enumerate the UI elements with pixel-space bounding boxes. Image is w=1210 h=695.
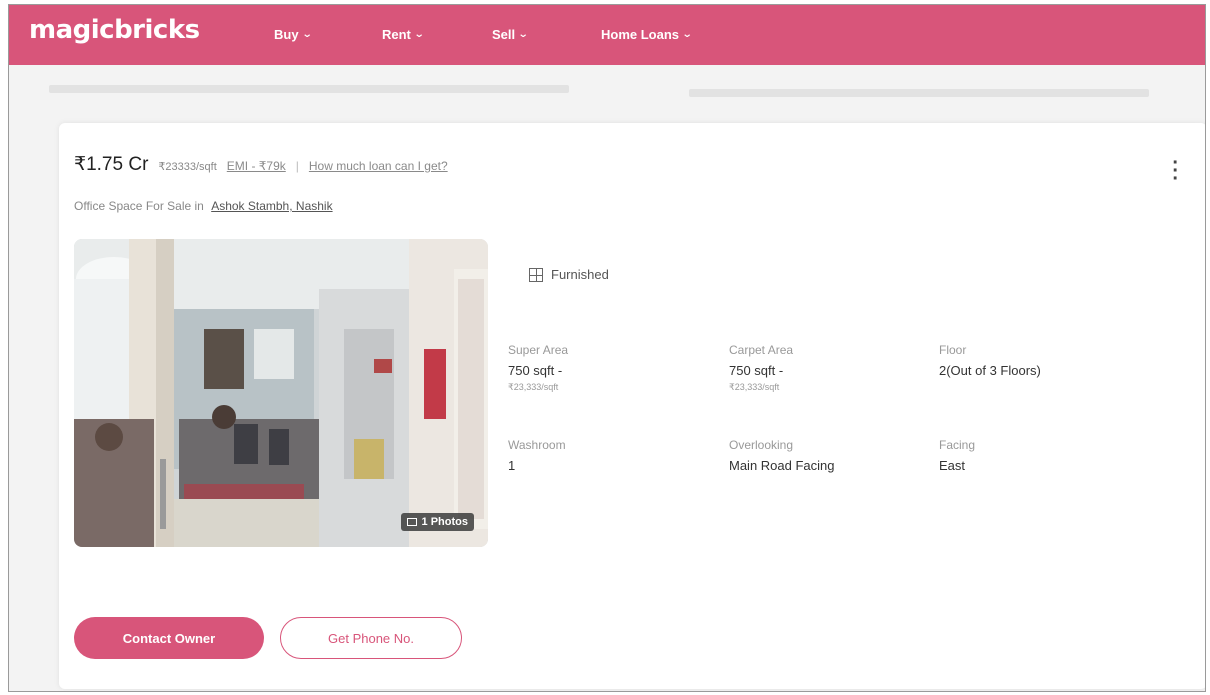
spec-sub-value: ₹23,333/sqft [508, 382, 559, 392]
page-frame: magicbricks Buy ⌄ Rent ⌄ Sell ⌄ Home Loa… [8, 4, 1206, 692]
furnished-icon [529, 267, 543, 282]
price-row: ₹1.75 Cr ₹23333/sqft EMI - ₹79k | How mu… [74, 153, 448, 176]
furnishing-status: Furnished [529, 267, 609, 282]
spec-label: Carpet Area [729, 343, 794, 357]
top-navbar: magicbricks Buy ⌄ Rent ⌄ Sell ⌄ Home Loa… [9, 5, 1205, 65]
spec-super-area: Super Area 750 sqft - ₹23,333/sqft [508, 343, 568, 393]
spec-value: 750 sqft - [729, 363, 784, 378]
spec-sub-value: ₹23,333/sqft [729, 382, 780, 392]
spec-floor: Floor 2(Out of 3 Floors) [939, 343, 1041, 378]
spec-label: Facing [939, 438, 976, 452]
spec-washroom: Washroom 1 [508, 438, 566, 473]
nav-sell[interactable]: Sell ⌄ [492, 27, 529, 42]
photo-count-label: 1 Photos [421, 516, 468, 528]
spec-label: Super Area [508, 343, 569, 357]
emi-link[interactable]: EMI - ₹79k [227, 159, 286, 173]
brand-logo[interactable]: magicbricks [29, 15, 200, 45]
price-per-sqft: ₹23333/sqft [158, 161, 217, 173]
spec-overlooking: Overlooking Main Road Facing [729, 438, 835, 473]
gallery-icon [406, 518, 417, 526]
background-text [49, 85, 569, 93]
spec-value: East [939, 458, 966, 473]
price: ₹1.75 Cr [74, 154, 149, 175]
spec-label: Washroom [508, 438, 566, 452]
locality-link[interactable]: Ashok Stambh, Nashik [211, 199, 332, 213]
nav-home-loans[interactable]: Home Loans ⌄ [601, 27, 693, 42]
furnishing-label: Furnished [551, 267, 609, 282]
spec-carpet-area: Carpet Area 750 sqft - ₹23,333/sqft [729, 343, 793, 393]
more-options-icon[interactable]: · · · [1172, 153, 1179, 189]
chevron-down-icon: ⌄ [681, 29, 693, 40]
separator: | [295, 159, 299, 173]
property-card[interactable]: ₹1.75 Cr ₹23333/sqft EMI - ₹79k | How mu… [59, 123, 1205, 689]
nav-buy-label: Buy [274, 27, 299, 42]
photo-count-badge[interactable]: 1 Photos [400, 513, 474, 531]
property-type: Office Space For Sale in [74, 199, 204, 213]
spec-label: Overlooking [729, 438, 794, 452]
nav-home-loans-label: Home Loans [601, 27, 680, 42]
nav-sell-label: Sell [492, 27, 516, 42]
property-photo[interactable]: 1 Photos [74, 239, 488, 547]
nav-rent-label: Rent [382, 27, 411, 42]
spec-value: 750 sqft - [508, 363, 563, 378]
spec-value: Main Road Facing [729, 458, 835, 473]
get-phone-button[interactable]: Get Phone No. [280, 617, 462, 659]
nav-buy[interactable]: Buy ⌄ [274, 27, 313, 42]
spec-label: Floor [939, 343, 967, 357]
chevron-down-icon: ⌄ [413, 29, 425, 40]
loan-eligibility-link[interactable]: How much loan can I get? [309, 159, 448, 173]
office-photo-image [74, 239, 488, 547]
contact-owner-button[interactable]: Contact Owner [74, 617, 264, 659]
spec-facing: Facing East [939, 438, 975, 473]
chevron-down-icon: ⌄ [301, 29, 313, 40]
listing-subtitle: Office Space For Sale in Ashok Stambh, N… [74, 199, 333, 213]
spec-value: 1 [508, 458, 516, 473]
nav-rent[interactable]: Rent ⌄ [382, 27, 425, 42]
chevron-down-icon: ⌄ [517, 29, 529, 40]
spec-value: 2(Out of 3 Floors) [939, 363, 1041, 378]
background-text [689, 89, 1149, 97]
